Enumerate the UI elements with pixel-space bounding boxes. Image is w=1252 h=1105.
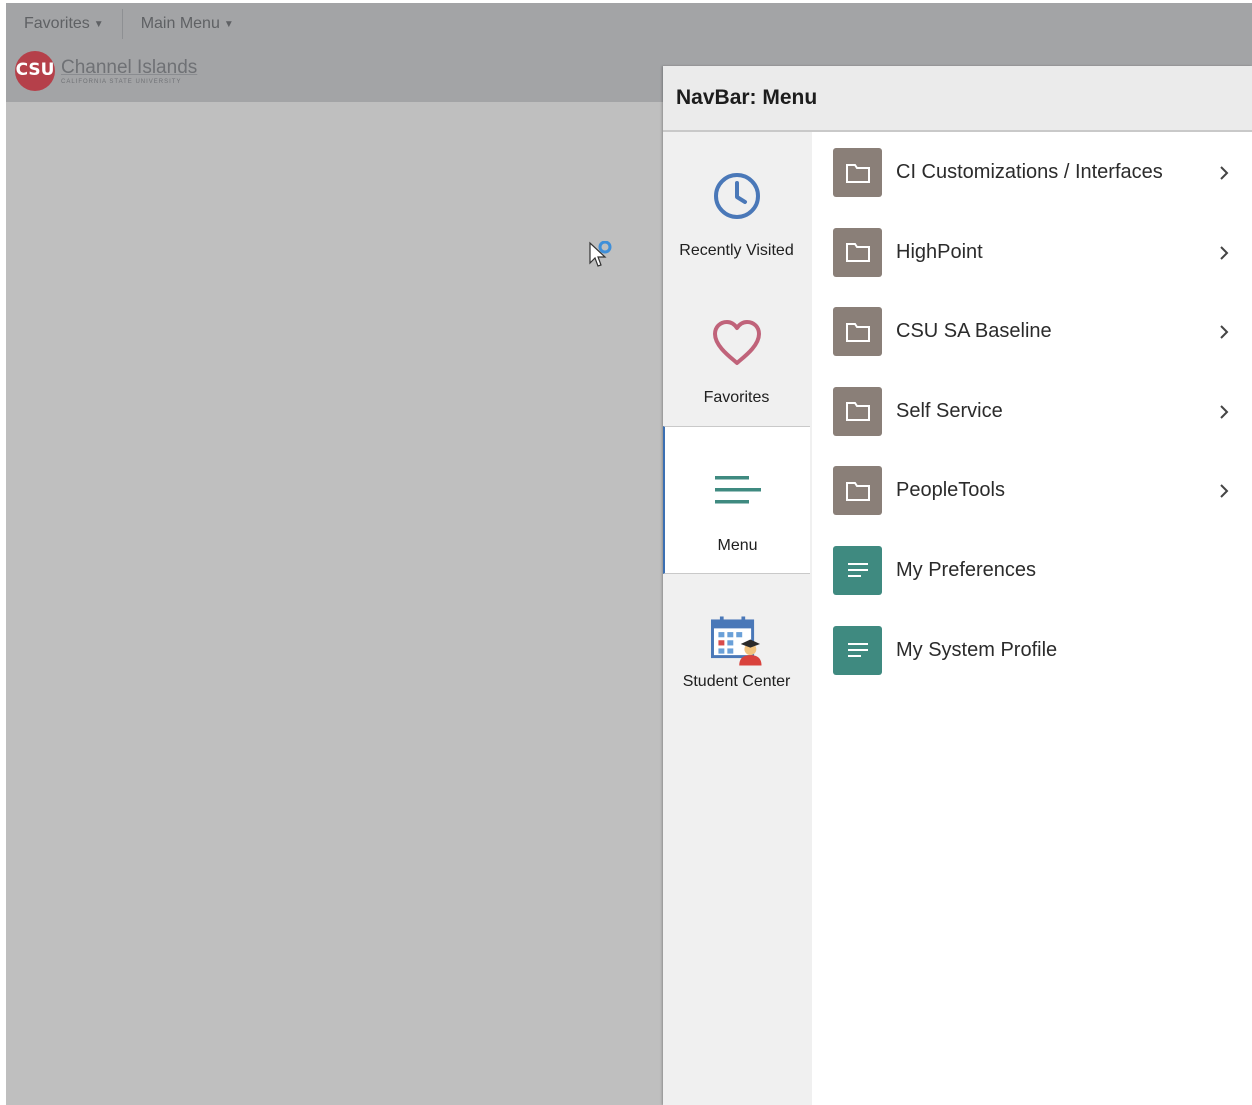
- navbar-title: NavBar: Menu: [676, 86, 818, 109]
- navbar-header: NavBar: Menu: [663, 66, 1252, 132]
- folder-icon: [833, 307, 882, 357]
- navbar-panel: NavBar: Menu Recently Visited Favorites …: [663, 66, 1252, 1105]
- rail-label: Menu: [717, 537, 758, 554]
- caret-down-icon: ▼: [223, 18, 234, 30]
- folder-icon: [833, 148, 882, 197]
- chevron-right-icon: [1220, 405, 1229, 419]
- chevron-right-icon: [1220, 245, 1229, 260]
- menu-item-peopletools[interactable]: PeopleTools: [833, 466, 1243, 546]
- rail-label: Recently Visited: [679, 242, 794, 259]
- menu-item-ci-customizations[interactable]: CI Customizations / Interfaces: [833, 148, 1243, 228]
- menu-item-label: PeopleTools: [896, 479, 1005, 502]
- menu-item-label: CI Customizations / Interfaces: [896, 161, 1163, 183]
- menu-item-my-system-profile[interactable]: My System Profile: [833, 625, 1243, 706]
- folder-icon: [833, 466, 882, 516]
- folder-icon: [833, 227, 882, 277]
- menu-item-label: My Preferences: [896, 558, 1037, 581]
- caret-down-icon: ▼: [93, 18, 104, 30]
- favorites-menu-label: Favorites: [24, 15, 90, 32]
- brand-subtitle: CALIFORNIA STATE UNIVERSITY: [61, 78, 182, 85]
- chevron-right-icon: [1220, 166, 1229, 180]
- calendar-student-icon: [710, 615, 763, 667]
- favorites-menu[interactable]: Favorites ▼: [6, 3, 122, 45]
- clock-icon: [711, 170, 763, 222]
- menu-lines-icon: [712, 465, 764, 517]
- menu-item-my-preferences[interactable]: My Preferences: [833, 545, 1243, 626]
- page-icon: [833, 625, 882, 675]
- menu-list: CI Customizations / Interfaces HighPoint…: [833, 148, 1243, 705]
- chevron-right-icon: [1220, 325, 1229, 339]
- top-nav: Favorites ▼ Main Menu ▼: [6, 3, 252, 45]
- menu-item-csu-sa-baseline[interactable]: CSU SA Baseline: [833, 307, 1243, 387]
- university-logo[interactable]: CSU Channel Islands CALIFORNIA STATE UNI…: [15, 51, 197, 91]
- menu-item-label: HighPoint: [896, 240, 983, 263]
- menu-item-highpoint[interactable]: HighPoint: [833, 227, 1243, 308]
- menu-item-label: Self Service: [896, 399, 1003, 422]
- menu-item-self-service[interactable]: Self Service: [833, 386, 1243, 467]
- menu-item-label: My System Profile: [896, 638, 1058, 661]
- rail-item-favorites[interactable]: Favorites: [663, 279, 810, 425]
- page-icon: [833, 545, 882, 595]
- main-menu[interactable]: Main Menu ▼: [123, 3, 252, 45]
- rail-label: Student Center: [682, 673, 791, 690]
- rail-item-recently-visited[interactable]: Recently Visited: [663, 132, 810, 278]
- rail-label: Favorites: [703, 389, 770, 406]
- csu-logo-mark: CSU: [15, 51, 55, 91]
- navbar-rail: Recently Visited Favorites Menu Student …: [663, 132, 812, 1105]
- heart-icon: [711, 317, 763, 369]
- rail-item-menu[interactable]: Menu: [663, 426, 810, 574]
- rail-item-student-center[interactable]: Student Center: [663, 573, 810, 719]
- brand-name: Channel Islands: [61, 56, 198, 78]
- menu-item-label: CSU SA Baseline: [896, 320, 1052, 343]
- busy-cursor-icon: [589, 241, 612, 267]
- chevron-right-icon: [1220, 484, 1229, 499]
- folder-icon: [833, 386, 882, 436]
- main-menu-label: Main Menu: [140, 15, 220, 32]
